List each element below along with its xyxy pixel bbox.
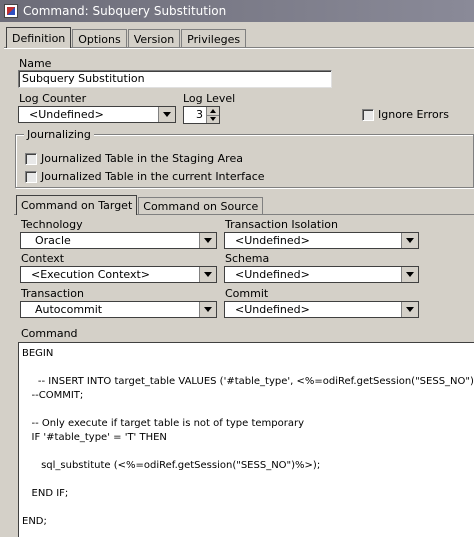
ignore-errors-label: Ignore Errors: [378, 108, 450, 121]
checkbox-box[interactable]: [25, 170, 37, 183]
command-line: sql_substitute (<%=odiRef.getSession("SE…: [22, 460, 321, 471]
context-value: <Execution Context>: [31, 268, 151, 281]
technology-select[interactable]: Oracle: [20, 232, 217, 249]
schema-value: <Undefined>: [235, 268, 310, 281]
command-line: [22, 501, 472, 515]
commit-label: Commit: [225, 287, 269, 300]
chevron-down-icon[interactable]: [401, 267, 418, 282]
checkbox-box[interactable]: [25, 152, 37, 165]
chevron-down-icon[interactable]: [401, 302, 418, 317]
commit-value: <Undefined>: [235, 303, 310, 316]
command-line: [22, 445, 472, 459]
transaction-value: Autocommit: [35, 303, 103, 316]
tab-divider-highlight: [4, 48, 474, 49]
command-label: Command: [21, 327, 78, 340]
commit-select[interactable]: <Undefined>: [224, 301, 419, 318]
command-line: [22, 403, 472, 417]
spin-down-icon[interactable]: [207, 116, 219, 124]
name-input[interactable]: Subquery Substitution: [18, 70, 332, 88]
log-counter-value: <Undefined>: [29, 108, 104, 121]
command-line: --COMMIT;: [22, 390, 84, 401]
journalized-staging-label: Journalized Table in the Staging Area: [41, 152, 243, 165]
tab-version[interactable]: Version: [127, 29, 181, 48]
main-tabs: Definition Options Version Privileges: [6, 27, 247, 49]
tab-definition[interactable]: Definition: [6, 27, 72, 48]
app-icon: [4, 4, 18, 18]
spinner-buttons: [206, 107, 219, 123]
spin-up-icon[interactable]: [207, 107, 219, 116]
transaction-isolation-select[interactable]: <Undefined>: [224, 232, 419, 249]
command-window: Command: Subquery Substitution Definitio…: [0, 0, 474, 537]
transaction-label: Transaction: [21, 287, 84, 300]
command-line: IF '#table_type' = 'T' THEN: [22, 432, 167, 443]
command-editor[interactable]: BEGIN -- INSERT INTO target_table VALUES…: [18, 342, 474, 537]
chevron-down-icon[interactable]: [158, 107, 175, 122]
log-counter-select[interactable]: <Undefined>: [18, 106, 176, 123]
context-select[interactable]: <Execution Context>: [20, 266, 217, 283]
tab-privileges[interactable]: Privileges: [181, 29, 247, 48]
tab-options[interactable]: Options: [72, 29, 127, 48]
schema-label: Schema: [225, 252, 270, 265]
tab-command-on-source[interactable]: Command on Source: [138, 197, 264, 215]
checkbox-box[interactable]: [362, 108, 374, 121]
tab-command-on-target[interactable]: Command on Target: [16, 195, 138, 215]
journalized-staging-checkbox[interactable]: Journalized Table in the Staging Area: [25, 152, 243, 165]
command-line: END;: [22, 516, 47, 527]
log-level-label: Log Level: [183, 92, 236, 105]
command-tabs: Command on Target Command on Source: [16, 195, 264, 216]
journalizing-legend: Journalizing: [24, 128, 94, 141]
command-line: [22, 361, 472, 375]
technology-value: Oracle: [35, 234, 71, 247]
transaction-select[interactable]: Autocommit: [20, 301, 217, 318]
chevron-down-icon[interactable]: [199, 302, 216, 317]
command-line: -- INSERT INTO target_table VALUES ('#ta…: [22, 376, 474, 387]
chevron-down-icon[interactable]: [199, 233, 216, 248]
transaction-isolation-label: Transaction Isolation: [225, 218, 338, 231]
journalized-interface-checkbox[interactable]: Journalized Table in the current Interfa…: [25, 170, 265, 183]
title-bar[interactable]: Command: Subquery Substitution: [0, 0, 474, 22]
log-level-spinner[interactable]: 3: [183, 106, 220, 124]
log-counter-label: Log Counter: [19, 92, 87, 105]
transaction-isolation-value: <Undefined>: [235, 234, 310, 247]
journalized-interface-label: Journalized Table in the current Interfa…: [41, 170, 265, 183]
name-label: Name: [19, 57, 52, 70]
log-level-value[interactable]: 3: [184, 107, 206, 123]
window-title: Command: Subquery Substitution: [23, 4, 227, 18]
ignore-errors-checkbox[interactable]: Ignore Errors: [362, 108, 449, 121]
chevron-down-icon[interactable]: [401, 233, 418, 248]
command-line: [22, 473, 472, 487]
command-line: END IF;: [22, 488, 69, 499]
technology-label: Technology: [21, 218, 83, 231]
schema-select[interactable]: <Undefined>: [224, 266, 419, 283]
command-line: -- Only execute if target table is not o…: [22, 418, 305, 429]
command-line: BEGIN: [22, 348, 54, 359]
chevron-down-icon[interactable]: [199, 267, 216, 282]
context-label: Context: [21, 252, 65, 265]
